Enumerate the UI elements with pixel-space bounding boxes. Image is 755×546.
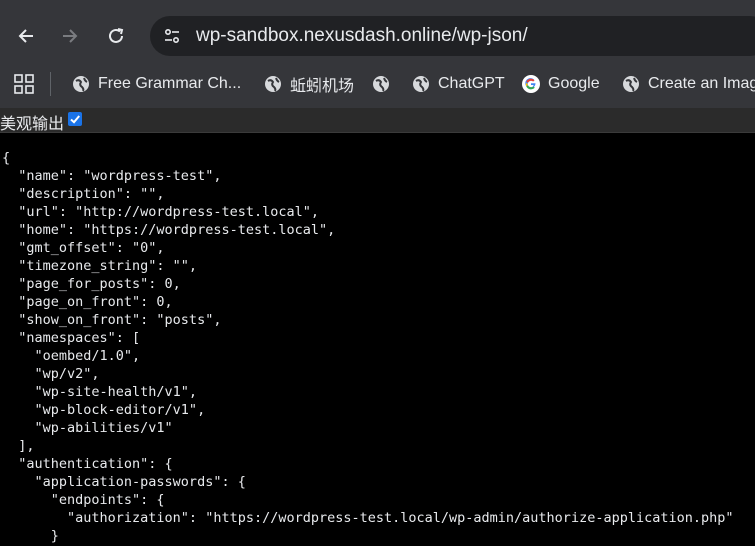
json-line: "wp/v2", <box>2 366 100 382</box>
arrow-right-icon <box>63 29 78 43</box>
json-line: "authentication": { <box>2 456 173 472</box>
browser-chrome: wp-sandbox.nexusdash.online/wp-json/ Fre… <box>0 0 755 108</box>
json-line: "page_for_posts": 0, <box>2 276 181 292</box>
apps-button[interactable] <box>12 72 36 96</box>
json-line: ], <box>2 438 35 454</box>
json-line: "name": "wordpress-test", <box>2 168 222 184</box>
json-line: "oembed/1.0", <box>2 348 141 364</box>
bookmarks-separator <box>50 72 51 96</box>
bookmark-label: Create an Imag <box>648 75 755 92</box>
url-text: wp-sandbox.nexusdash.online/wp-json/ <box>196 25 528 46</box>
json-line: } <box>2 528 59 544</box>
site-info-button[interactable] <box>160 24 184 48</box>
json-line: "wp-abilities/v1" <box>2 420 173 436</box>
pretty-print-label: 美观输出 <box>0 116 65 133</box>
json-line: "show_on_front": "posts", <box>2 312 222 328</box>
arrow-left-icon <box>18 29 33 43</box>
bookmark-label: ChatGPT <box>438 75 505 92</box>
globe-icon <box>622 75 640 93</box>
json-line: "wp-block-editor/v1", <box>2 402 206 418</box>
json-line: "url": "http://wordpress-test.local", <box>2 204 319 220</box>
bookmark-label: Free Grammar Ch... <box>98 75 242 92</box>
bookmark-chatgpt[interactable]: ChatGPT <box>412 71 505 97</box>
google-icon <box>522 75 540 93</box>
bookmark-free-grammar[interactable]: Free Grammar Ch... <box>72 71 241 97</box>
globe-icon <box>412 75 430 93</box>
bookmark-unnamed[interactable] <box>372 71 398 97</box>
json-line: "timezone_string": "", <box>2 258 198 274</box>
bookmarks-bar: Free Grammar Ch... 蚯蚓机场 ChatGPT Google C… <box>0 64 755 108</box>
bookmark-qiuyin[interactable]: 蚯蚓机场 <box>264 71 354 97</box>
bookmark-create-image[interactable]: Create an Imag <box>622 71 755 97</box>
bookmark-label: Google <box>548 75 600 92</box>
json-line: "endpoints": { <box>2 492 165 508</box>
checkmark-icon <box>70 115 80 124</box>
reload-icon <box>109 28 124 43</box>
tune-icon <box>164 28 180 44</box>
json-viewer-toolbar: 美观输出 <box>0 108 755 133</box>
json-line: "wp-site-health/v1", <box>2 384 198 400</box>
json-line: { <box>2 150 11 166</box>
json-line: "authorization": "https://wordpress-test… <box>2 510 734 526</box>
bookmark-label: 蚯蚓机场 <box>290 78 355 95</box>
globe-icon <box>264 75 282 93</box>
globe-icon <box>372 75 390 93</box>
address-bar[interactable]: wp-sandbox.nexusdash.online/wp-json/ <box>150 16 755 56</box>
json-line: "application-passwords": { <box>2 474 246 490</box>
json-content-area: { "name": "wordpress-test", "description… <box>0 133 755 546</box>
apps-grid-icon <box>14 74 34 94</box>
globe-icon <box>72 75 90 93</box>
pretty-print-checkbox[interactable] <box>68 112 82 126</box>
json-line: "namespaces": [ <box>2 330 141 346</box>
back-button[interactable] <box>10 20 42 52</box>
bookmark-google[interactable]: Google <box>522 71 600 97</box>
json-line: "page_on_front": 0, <box>2 294 173 310</box>
reload-button[interactable] <box>100 20 132 52</box>
forward-button[interactable] <box>54 20 86 52</box>
json-line: "gmt_offset": "0", <box>2 240 165 256</box>
json-body: { "name": "wordpress-test", "description… <box>2 149 734 545</box>
json-line: "description": "", <box>2 186 165 202</box>
json-line: "home": "https://wordpress-test.local", <box>2 222 336 238</box>
